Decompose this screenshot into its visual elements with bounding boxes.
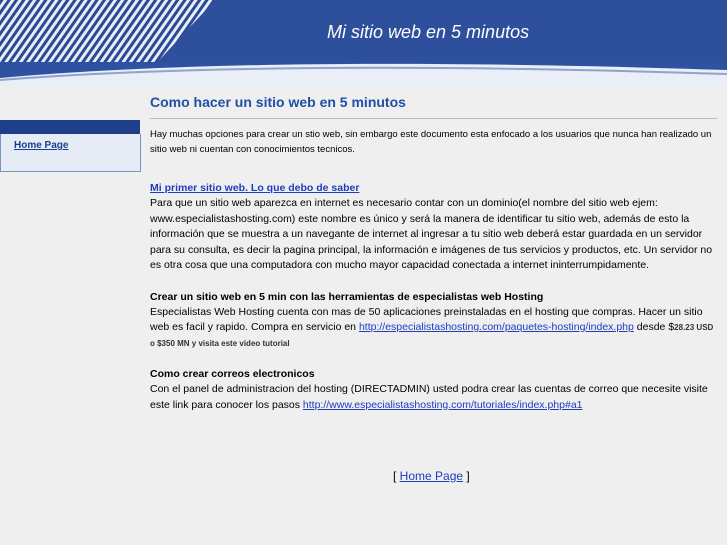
section-link-primer-sitio[interactable]: Mi primer sitio web. Lo que debo de sabe… <box>150 182 359 194</box>
title-divider <box>150 118 717 119</box>
section-heading-correos: Como crear correos electronicos <box>150 368 315 380</box>
section-heading-crear-sitio: Crear un sitio web en 5 min con las herr… <box>150 290 544 303</box>
paquetes-hosting-link[interactable]: http://especialistashosting.com/paquetes… <box>359 321 634 333</box>
sidebar-item-home-page[interactable]: Home Page <box>14 140 68 151</box>
section-crear-sitio: Crear un sitio web en 5 min con las herr… <box>150 290 717 352</box>
tutoriales-link[interactable]: http://www.especialistashosting.com/tuto… <box>303 399 583 411</box>
intro-text: Hay muchas opciones para crear un stio w… <box>150 129 712 155</box>
footer-bracket-close: ] <box>463 469 470 483</box>
site-title: Mi sitio web en 5 minutos <box>327 22 530 42</box>
sidebar-header-bar <box>0 120 140 134</box>
header-banner <box>0 0 727 92</box>
main-content: Como hacer un sitio web en 5 minutos Hay… <box>150 92 717 413</box>
section-body-correos: Con el panel de administracion del hosti… <box>150 382 717 413</box>
footer-nav: [ Home Page ] <box>393 469 470 483</box>
section-correos: Como crear correos electronicos Con el p… <box>150 367 717 413</box>
section-primer-sitio: Mi primer sitio web. Lo que debo de sabe… <box>150 181 717 274</box>
page-title: Como hacer un sitio web en 5 minutos <box>150 94 406 110</box>
footer-home-page-link[interactable]: Home Page <box>400 469 463 483</box>
footer-bracket-open: [ <box>393 469 400 483</box>
section-body-primer-sitio: Para que un sitio web aparezca en intern… <box>150 197 713 271</box>
section-body-crear-sitio: Especialistas Web Hosting cuenta con mas… <box>150 305 717 352</box>
price-prefix: desde $ <box>633 321 675 333</box>
